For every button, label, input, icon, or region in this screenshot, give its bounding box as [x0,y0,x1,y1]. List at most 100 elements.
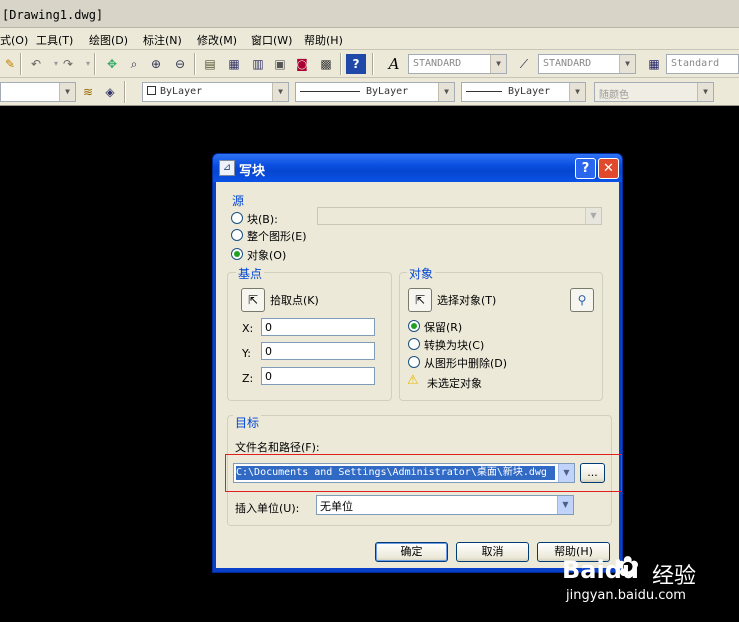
dialog-title: 写块 [239,164,266,179]
markup-icon[interactable]: ◙ [292,54,312,74]
app-titlebar: [Drawing1.dwg] [0,0,739,28]
file-path-combo[interactable]: C:\Documents and Settings\Administrator\… [233,463,575,483]
table-style-value: Standard [671,58,720,69]
pan-icon[interactable]: ✥ [102,54,122,74]
table-style-combo[interactable]: Standard [666,54,739,74]
file-path-label: 文件名和路径(F): [235,441,320,454]
menu-dimension[interactable]: 标注(N) [143,32,182,48]
cancel-button[interactable]: 取消 [456,542,529,562]
menu-modify[interactable]: 修改(M) [197,32,237,48]
dim-style-value: STANDARD [543,58,592,69]
retain-label: 保留(R) [424,321,463,334]
write-block-dialog: ⊿ 写块 ? ✕ 源 块(B): ▼ 整个图形(E) 对象(O) 基点 ⇱ 拾取… [212,153,623,573]
linetype-value: ByLayer [366,86,409,97]
file-path-value: C:\Documents and Settings\Administrator\… [236,466,555,480]
sheet-set-icon[interactable]: ▣ [270,54,290,74]
block-name-combo: ▼ [317,207,602,225]
zoom-window-icon[interactable]: ⊕ [146,54,166,74]
match-properties-icon[interactable]: ✎ [0,54,20,74]
text-style-value: STANDARD [413,58,462,69]
design-center-icon[interactable]: ▦ [224,54,244,74]
convert-to-block-label: 转换为块(C) [424,339,485,352]
plotstyle-value: 随颜色 [599,90,629,101]
x-label: X: [242,322,254,335]
close-button[interactable]: ✕ [598,158,619,179]
help-icon[interactable]: ? [346,54,366,74]
chevron-down-icon: ▼ [272,83,288,101]
objects-group-label: 对象 [407,265,436,282]
menu-bar: 式(O) 工具(T) 绘图(D) 标注(N) 修改(M) 窗口(W) 帮助(H) [0,28,739,50]
color-combo[interactable]: ByLayer ▼ [142,82,289,102]
menu-help[interactable]: 帮助(H) [304,32,343,48]
tool-palettes-icon[interactable]: ▥ [248,54,268,74]
chevron-down-icon: ▼ [585,208,601,224]
menu-draw[interactable]: 绘图(D) [89,32,128,48]
convert-to-block-radio[interactable] [408,338,420,350]
entire-drawing-radio[interactable] [231,229,243,241]
browse-button[interactable]: ... [580,463,605,483]
write-block-icon: ⊿ [219,160,235,176]
delete-from-drawing-label: 从图形中删除(D) [424,357,508,370]
standard-toolbar: ✎ ↶ ▾ ↷ ▾ ✥ ⌕ ⊕ ⊖ ▤ ▦ ▥ ▣ ◙ ▩ ? A STANDA… [0,50,739,78]
toolbar-separator [20,53,22,75]
watermark-product: 经验 [652,564,697,589]
z-label: Z: [242,372,254,385]
plotstyle-combo[interactable]: 随颜色 ▼ [594,82,714,102]
help-button[interactable]: ? [575,158,596,179]
text-style-icon[interactable]: A [384,54,404,74]
x-field[interactable]: 0 [261,318,375,336]
toolbar-separator [372,53,374,75]
properties-icon[interactable]: ▤ [200,54,220,74]
block-radio-label: 块(B): [247,213,278,226]
chevron-down-icon[interactable]: ▼ [558,464,574,482]
quick-select-icon[interactable]: ⚲ [570,288,594,312]
insert-units-value: 无单位 [320,500,353,513]
layer-combo[interactable]: ▼ [0,82,76,102]
window-title: [Drawing1.dwg] [2,8,104,22]
dialog-body: 源 块(B): ▼ 整个图形(E) 对象(O) 基点 ⇱ 拾取点(K) X: 0… [216,182,622,568]
y-field[interactable]: 0 [261,342,375,360]
make-current-layer-icon[interactable]: ≋ [78,82,98,102]
watermark-url: jingyan.baidu.com [566,588,686,603]
dim-style-icon[interactable]: ⟋ [514,54,534,74]
table-style-icon[interactable]: ▦ [644,54,664,74]
z-field[interactable]: 0 [261,367,375,385]
pick-point-button[interactable]: ⇱ [241,288,265,312]
pick-point-label: 拾取点(K) [270,294,319,307]
ok-button[interactable]: 确定 [375,542,448,562]
zoom-realtime-icon[interactable]: ⌕ [124,54,144,74]
objects-radio[interactable] [231,248,243,260]
menu-window[interactable]: 窗口(W) [251,32,292,48]
select-objects-button[interactable]: ⇱ [408,288,432,312]
chevron-down-icon: ▼ [697,83,713,101]
baidu-watermark: Baidu ✿ 经验 jingyan.baidu.com [560,540,730,610]
insert-units-label: 插入单位(U): [235,502,300,515]
delete-from-drawing-radio[interactable] [408,356,420,368]
select-objects-label: 选择对象(T) [437,294,497,307]
y-label: Y: [242,347,251,360]
undo-icon[interactable]: ↶ [26,54,46,74]
block-radio[interactable] [231,212,243,224]
dim-style-combo[interactable]: STANDARD ▼ [538,54,636,74]
menu-tools[interactable]: 工具(T) [36,32,73,48]
menu-format[interactable]: 式(O) [0,32,28,48]
zoom-previous-icon[interactable]: ⊖ [170,54,190,74]
selection-status: 未选定对象 [427,377,482,390]
layer-previous-icon[interactable]: ◈ [100,82,120,102]
linetype-combo[interactable]: ByLayer ▼ [295,82,455,102]
chevron-down-icon: ▼ [59,83,75,101]
destination-group-label: 目标 [233,414,262,431]
calculator-icon[interactable]: ▩ [316,54,336,74]
retain-radio[interactable] [408,320,420,332]
insert-units-combo[interactable]: 无单位 ▼ [316,495,574,515]
chevron-down-icon: ▼ [438,83,454,101]
lineweight-value: ByLayer [508,86,551,97]
chevron-down-icon: ▼ [490,55,506,73]
properties-toolbar: ▼ ≋ ◈ ByLayer ▼ ByLayer ▼ ByLayer ▼ 随颜色 … [0,78,739,106]
dialog-titlebar[interactable]: ⊿ 写块 ? ✕ [213,154,622,182]
linetype-sample [300,90,360,92]
lineweight-combo[interactable]: ByLayer ▼ [461,82,586,102]
redo-icon[interactable]: ↷ [58,54,78,74]
text-style-combo[interactable]: STANDARD ▼ [408,54,507,74]
lineweight-sample [466,90,502,92]
